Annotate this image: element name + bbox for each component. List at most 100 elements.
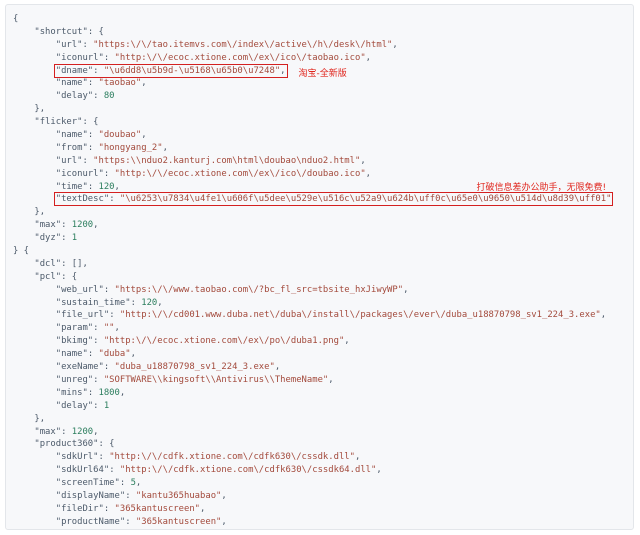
json-punct: },	[34, 413, 46, 424]
json-punct: :	[103, 503, 115, 514]
json-key: "dyz"	[34, 233, 62, 244]
code-line: "unreg": "SOFTWARE\\kingsoft\\Antivirus\…	[13, 374, 611, 387]
json-punct: ,	[93, 220, 99, 231]
json-punct: :	[87, 78, 99, 89]
json-punct: },	[34, 207, 46, 218]
code-content: "pcl": {	[34, 272, 77, 282]
code-content: "product360": {	[34, 439, 114, 449]
code-line: "sdkUrl64": "http:\/\/cdfk.xtione.com\/c…	[13, 464, 611, 477]
json-punct: ,	[344, 336, 350, 347]
json-number: 120	[141, 297, 158, 308]
json-punct: :	[93, 374, 104, 385]
json-string: "doubao"	[98, 130, 142, 141]
json-string: "https:\/\/www.taobao.com\/?bc_fl_src=tb…	[114, 284, 404, 295]
json-punct: ,	[392, 39, 398, 50]
code-content: "delay": 80	[56, 91, 115, 101]
json-string: "http:\/\/cdfk.xtione.com\/cdfk630\/cssd…	[119, 465, 377, 476]
json-key: "max"	[34, 220, 62, 231]
code-content: } {	[13, 246, 29, 256]
json-code-block: { "shortcut": { "url": "https:\/\/tao.it…	[13, 13, 614, 529]
code-line: "sustain_time": 120,	[13, 297, 611, 310]
json-key: "displayName"	[55, 490, 126, 501]
json-key: "bkimg"	[55, 336, 94, 347]
json-string: "\u6253\u7834\u4fe1\u606f\u5dee\u529e\u5…	[119, 194, 612, 205]
json-string: "http:\/\/ecoc.xtione.com\/ex\/ico\/taob…	[114, 52, 366, 63]
json-key: "mins"	[55, 387, 88, 398]
json-string: "365kantuscreen"	[114, 503, 201, 514]
code-content: "param": "",	[56, 323, 120, 333]
json-key: "sdkUrl64"	[55, 465, 110, 476]
json-punct: :	[87, 387, 99, 398]
json-string: "taobao"	[98, 78, 142, 89]
json-string: "https:\/\/tao.itemvs.com\/index\/active…	[93, 39, 393, 50]
json-key: "from"	[55, 142, 88, 153]
json-punct: :	[61, 426, 72, 437]
json-punct: : {	[98, 439, 115, 450]
code-content: "max": 1200,	[34, 220, 98, 230]
code-line: "file_url": "http:\/\/cd001.www.duba.net…	[13, 309, 611, 322]
json-punct: :	[119, 478, 131, 489]
json-key: "iconurl"	[55, 168, 104, 179]
json-punct: ,	[600, 310, 607, 321]
json-punct: ,	[365, 168, 372, 179]
json-punct: :	[109, 310, 120, 321]
json-punct: :	[109, 194, 120, 205]
code-line: "product360": {	[13, 438, 611, 451]
code-content: "time": 120,	[56, 182, 120, 192]
code-line: "max": 1200,	[13, 219, 611, 232]
json-string: "duba_u18870798_sv1_224_3.exe"	[114, 362, 275, 373]
json-punct: },	[34, 104, 46, 115]
code-content: "delay": 1	[56, 401, 109, 411]
json-punct: ,	[130, 349, 136, 360]
json-key: "delay"	[55, 400, 94, 411]
dname-annotation: 淘宝-全新版	[298, 68, 347, 79]
json-key: "param"	[55, 323, 94, 334]
json-punct: ,	[274, 362, 281, 373]
json-key: "name"	[55, 78, 88, 89]
json-string: "duba"	[98, 349, 131, 360]
json-string: "http:\/\/ecoc.xtione.com\/ex\/ico\/doub…	[114, 168, 366, 179]
code-content: "file_url": "http:\/\/cd001.www.duba.net…	[56, 310, 606, 320]
json-punct: :	[61, 233, 72, 244]
code-line: "displayName": "kantu365huabao",	[13, 490, 611, 503]
json-string: "365kantuscreen"	[135, 516, 222, 527]
json-punct: :	[82, 155, 94, 166]
json-punct: } {	[13, 246, 30, 257]
code-content: "web_url": "https:\/\/www.taobao.com\/?b…	[56, 285, 409, 295]
json-key: "iconurl"	[55, 52, 104, 63]
json-punct: :	[103, 362, 115, 373]
code-line: "flicker": {	[13, 116, 611, 129]
json-key: "textDesc"	[55, 194, 110, 205]
code-line: "iconurl": "http:\/\/ecoc.xtione.com\/ex…	[13, 52, 611, 65]
code-line: {	[13, 13, 611, 26]
json-punct: : {	[82, 117, 99, 128]
json-punct: :	[109, 465, 120, 476]
json-key: "pcl"	[34, 271, 62, 282]
json-punct: :	[87, 130, 99, 141]
json-punct: ,	[114, 181, 120, 192]
json-punct: ,	[403, 284, 409, 295]
json-number: 1	[71, 233, 78, 244]
code-content: "max": 1200,	[34, 427, 98, 437]
json-punct: {	[13, 14, 19, 24]
code-content: "mins": 1800,	[56, 388, 125, 398]
code-line: "dcl": [],	[13, 258, 611, 271]
code-content: "sdkUrl64": "http:\/\/cdfk.xtione.com\/c…	[56, 465, 382, 475]
json-punct: :	[82, 39, 94, 50]
json-punct: ,	[280, 65, 286, 76]
